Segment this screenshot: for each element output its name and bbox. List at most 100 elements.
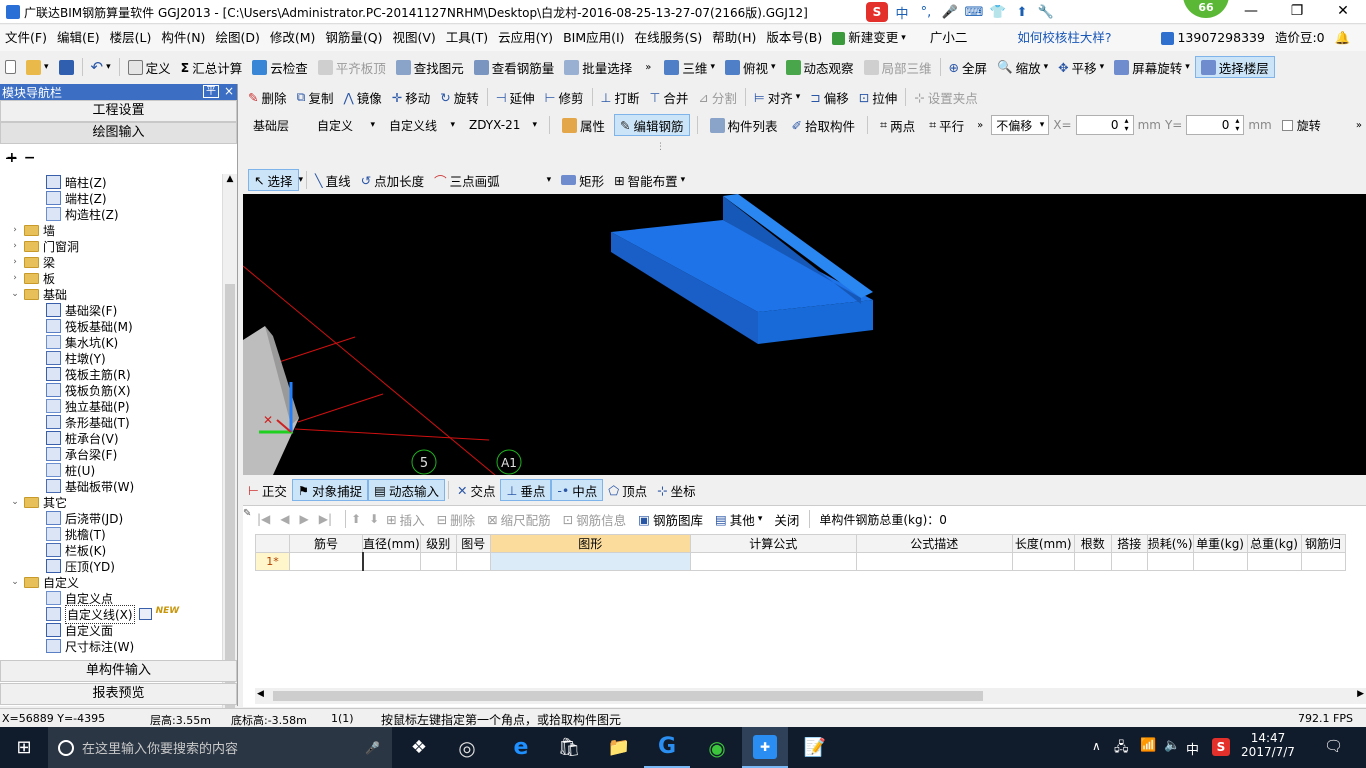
tree-folder[interactable]: › 梁 xyxy=(10,254,55,270)
column-header[interactable]: 长度(mm) xyxy=(1011,534,1075,553)
column-header[interactable]: 总重(kg) xyxy=(1246,534,1302,553)
collapse-icon[interactable]: ⌄ xyxy=(10,497,20,507)
tree-item[interactable]: 桩(U) xyxy=(46,462,95,478)
score-badge[interactable]: 66 xyxy=(1183,0,1229,18)
batch-select-button[interactable]: 批量选择 xyxy=(559,56,637,78)
screen-rotate-button[interactable]: 屏幕旋转 ▾ xyxy=(1109,56,1195,78)
menu-bim[interactable]: BIM应用(I) xyxy=(558,25,630,51)
select-floor-button[interactable]: 选择楼层 xyxy=(1194,56,1275,78)
menu-rebar[interactable]: 钢筋量(Q) xyxy=(320,25,387,51)
pin-icon[interactable]: 平 xyxy=(203,85,219,98)
sogou-icon[interactable]: S xyxy=(866,2,888,22)
offset-button[interactable]: ⊐ 偏移 xyxy=(805,86,854,108)
store-icon[interactable]: 🛍 xyxy=(546,727,592,768)
ime-voice-icon[interactable]: 🎤 xyxy=(940,5,960,20)
column-header[interactable]: 图形 xyxy=(489,534,691,553)
chevron-down-icon[interactable]: ▾ xyxy=(299,175,304,185)
tree-item[interactable]: 基础梁(F) xyxy=(46,302,117,318)
object-snap-toggle[interactable]: ⚑ 对象捕捉 xyxy=(291,479,369,501)
notification-icon[interactable]: 🗨 xyxy=(1324,737,1343,755)
grid-pin-icon[interactable]: ✎ xyxy=(243,508,255,520)
intersection-snap[interactable]: ✕ 交点 xyxy=(452,479,501,501)
ime-punct-icon[interactable]: °, xyxy=(916,5,936,20)
table-row[interactable]: 1* xyxy=(255,552,1346,571)
tree-item[interactable]: 独立基础(P) xyxy=(46,398,130,414)
move-down-icon[interactable]: ⬇ xyxy=(369,512,379,526)
wifi-icon[interactable]: 📶 xyxy=(1140,738,1156,753)
help-link[interactable]: 如何校核柱大样? xyxy=(1012,25,1116,51)
menu-draw[interactable]: 绘图(D) xyxy=(210,25,264,51)
column-header[interactable]: 计算公式 xyxy=(689,534,857,553)
ime-upload-icon[interactable]: ⬆ xyxy=(1012,5,1032,20)
view-3d-button[interactable]: 三维 ▾ xyxy=(659,56,720,78)
tree-item[interactable]: 挑檐(T) xyxy=(46,526,106,542)
stretch-button[interactable]: ⊡ 拉伸 xyxy=(854,86,903,108)
align-slab-top-button[interactable]: 平齐板顶 xyxy=(313,56,391,78)
menu-version[interactable]: 版本号(B) xyxy=(761,25,827,51)
midpoint-snap[interactable]: -• 中点 xyxy=(551,479,604,501)
tree-folder[interactable]: › 板 xyxy=(10,270,55,286)
notepad-icon[interactable]: 📝 xyxy=(792,727,838,768)
rebar-info-button[interactable]: ⊡ 钢筋信息 xyxy=(558,508,632,530)
vertex-snap[interactable]: ⬠ 顶点 xyxy=(603,479,652,501)
tray-chevron-icon[interactable]: ∧ xyxy=(1092,739,1101,753)
network-icon[interactable]: 🖧 xyxy=(1114,738,1129,760)
ime-keyboard-icon[interactable]: ⌨ xyxy=(964,5,984,20)
rotate-checkbox[interactable] xyxy=(1281,119,1293,131)
open-file-icon[interactable]: ▾ xyxy=(21,56,54,78)
other-button[interactable]: ▤ 其他 ▾ xyxy=(710,508,767,530)
glodon-g-icon[interactable]: G xyxy=(644,727,690,768)
tree-item[interactable]: 构造柱(Z) xyxy=(46,206,119,222)
find-element-button[interactable]: 查找图元 xyxy=(391,56,469,78)
line-tool-button[interactable]: ╲ 直线 xyxy=(310,169,356,191)
table-cell[interactable] xyxy=(361,552,421,571)
expand-all-icon[interactable]: +̶ xyxy=(6,150,18,166)
menu-edit[interactable]: 编辑(E) xyxy=(52,25,105,51)
tree-item[interactable]: 筏板主筋(R) xyxy=(46,366,131,382)
microphone-icon[interactable]: 🎤 xyxy=(365,741,380,755)
rectangle-button[interactable]: 矩形 xyxy=(556,169,609,191)
collapse-all-icon[interactable]: − xyxy=(24,150,36,166)
move-up-icon[interactable]: ⬆ xyxy=(351,512,361,526)
scale-rebar-button[interactable]: ⊠ 缩尺配筋 xyxy=(482,508,556,530)
table-cell[interactable] xyxy=(419,552,457,571)
edit-rebar-button[interactable]: ✎ 编辑钢筋 xyxy=(614,114,690,136)
tree-folder[interactable]: › 墙 xyxy=(10,222,55,238)
x-input[interactable]: 0 ▴ ▾ xyxy=(1075,115,1134,135)
new-change-menu[interactable]: 新建变更 ▾ xyxy=(827,25,911,51)
minimize-button[interactable]: — xyxy=(1228,0,1274,24)
trim-button[interactable]: ⊢ 修剪 xyxy=(540,86,589,108)
define-button[interactable]: 定义 xyxy=(123,56,176,78)
tree-item[interactable]: 暗柱(Z) xyxy=(46,174,107,190)
top-view-button[interactable]: 俯视 ▾ xyxy=(720,56,781,78)
last-record-icon[interactable]: ▶| xyxy=(319,512,332,526)
offset-mode-select[interactable]: 不偏移 ▾ xyxy=(991,115,1050,135)
green-app-icon[interactable]: ◉ xyxy=(694,727,740,768)
pan-button[interactable]: ✥ 平移 ▾ xyxy=(1053,56,1109,78)
scroll-right-icon[interactable]: ▶ xyxy=(1357,689,1364,699)
local-3d-button[interactable]: 局部三维 xyxy=(859,56,937,78)
prev-record-icon[interactable]: ◀ xyxy=(280,512,289,526)
scroll-thumb[interactable] xyxy=(225,284,235,714)
edge-icon[interactable]: e xyxy=(498,727,544,768)
tree-folder[interactable]: › 门窗洞 xyxy=(10,238,79,254)
tree-item[interactable]: 尺寸标注(W) xyxy=(46,638,134,654)
taskbar-search[interactable]: 在这里输入你要搜索的内容 🎤 xyxy=(48,727,392,768)
set-grip-button[interactable]: ⊹ 设置夹点 xyxy=(909,86,983,108)
menu-modify[interactable]: 修改(M) xyxy=(265,25,321,51)
sogou-tray-icon[interactable]: S xyxy=(1212,738,1230,756)
menu-component[interactable]: 构件(N) xyxy=(156,25,210,51)
table-cell[interactable] xyxy=(489,552,691,571)
tree-item[interactable]: 桩承台(V) xyxy=(46,430,119,446)
floor-select[interactable]: 基础层 xyxy=(248,115,308,135)
column-header[interactable]: 直径(mm) xyxy=(362,534,421,553)
ggj-app-icon[interactable]: ✚ xyxy=(742,727,788,768)
rebar-library-button[interactable]: ▣ 钢筋图库 xyxy=(633,508,708,530)
pick-component-button[interactable]: ✐ 拾取构件 xyxy=(787,114,861,136)
table-cell[interactable] xyxy=(455,552,491,571)
collapse-icon[interactable]: ⌄ xyxy=(10,577,20,587)
ime-mode-icon[interactable]: 中 xyxy=(892,3,912,22)
tree-folder[interactable]: ⌄ 自定义 xyxy=(10,574,79,590)
tree-item[interactable]: 自定义面 xyxy=(46,622,113,638)
table-cell[interactable] xyxy=(689,552,857,571)
